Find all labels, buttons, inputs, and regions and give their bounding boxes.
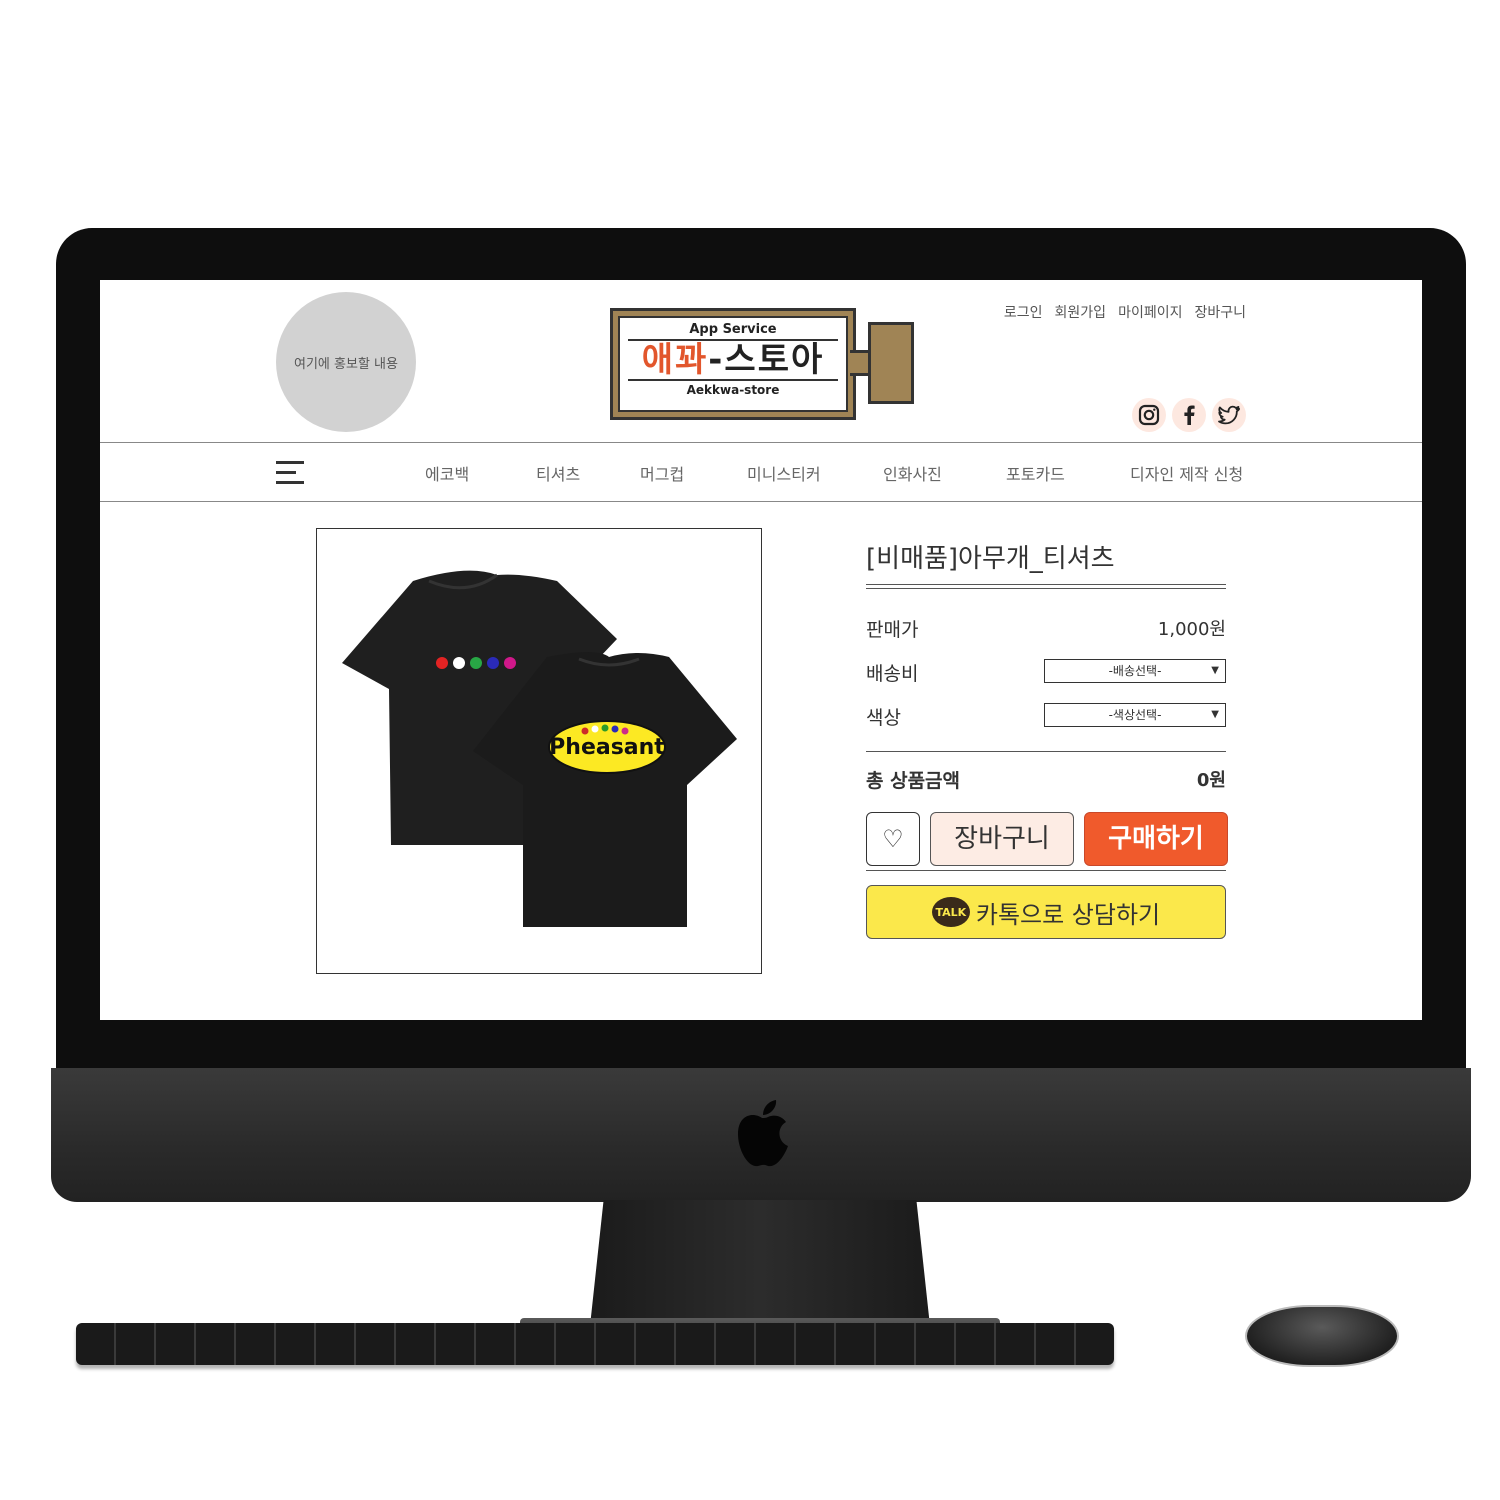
- shipping-select[interactable]: -배송선택- ▼: [1044, 659, 1226, 683]
- color-select[interactable]: -색상선택- ▼: [1044, 703, 1226, 727]
- shipping-select-value: -배송선택-: [1108, 664, 1162, 678]
- logo-main-accent: 애꽈: [641, 340, 709, 380]
- social-links: [1132, 398, 1246, 432]
- nav-item-tshirt[interactable]: 티셔츠: [536, 461, 580, 485]
- color-select-value: -색상선택-: [1108, 708, 1162, 722]
- buy-now-button[interactable]: 구매하기: [1084, 812, 1228, 866]
- product-title: [비매품]아무개_티셔츠: [866, 544, 1115, 574]
- product-image[interactable]: Pheasant: [316, 528, 762, 974]
- nav-item-ministicker[interactable]: 미니스티커: [747, 461, 821, 485]
- price-label: 판매가: [866, 619, 919, 641]
- tshirt-image: Pheasant: [342, 570, 737, 927]
- heart-icon: ♡: [882, 825, 904, 853]
- shipping-row: 배송비 -배송선택- ▼: [866, 659, 1226, 703]
- price-value: 1,000원: [1157, 619, 1226, 640]
- logo-main-rest: -스토아: [708, 340, 825, 380]
- apple-logo-icon: [738, 1100, 788, 1167]
- button-divider: [866, 870, 1226, 871]
- facebook-icon[interactable]: [1172, 398, 1206, 432]
- kakao-talk-icon: TALK: [931, 897, 970, 927]
- logo-inner: App Service 애꽈-스토아 Aekkwa-store: [618, 316, 848, 412]
- category-nav: 에코백 티셔츠 머그컵 미니스티커 인화사진 포토카드 디자인 제작 신청: [100, 442, 1422, 502]
- nav-item-photocard[interactable]: 포토카드: [1006, 461, 1065, 485]
- nav-item-photo-print[interactable]: 인화사진: [883, 461, 942, 485]
- logo-top-text: App Service: [689, 322, 777, 337]
- promo-text: 여기에 홍보할 내용: [294, 356, 398, 372]
- menu-icon[interactable]: [276, 461, 304, 484]
- total-label: 총 상품금액: [866, 770, 961, 792]
- logo-main-text: 애꽈-스토아: [628, 339, 838, 381]
- product-info: [비매품]아무개_티셔츠 판매가 1,000원 배송비 -배송선택- ▼ 색상 …: [866, 538, 1228, 939]
- signup-link[interactable]: 회원가입: [1055, 302, 1107, 322]
- monitor-stand: [590, 1200, 930, 1326]
- keyboard: [76, 1323, 1114, 1365]
- total-value: 0원: [1196, 770, 1226, 791]
- action-buttons: ♡ 장바구니 구매하기: [866, 812, 1228, 868]
- mypage-link[interactable]: 마이페이지: [1118, 302, 1182, 322]
- dropdown-arrow-icon: ▼: [1211, 665, 1219, 676]
- login-link[interactable]: 로그인: [1004, 302, 1043, 322]
- total-row: 총 상품금액 0원: [866, 766, 1226, 800]
- cart-link[interactable]: 장바구니: [1194, 302, 1246, 322]
- kakao-consult-label: 카톡으로 상담하기: [975, 900, 1161, 929]
- site-logo[interactable]: App Service 애꽈-스토아 Aekkwa-store: [610, 308, 914, 420]
- shipping-label: 배송비: [866, 663, 919, 685]
- logo-board: App Service 애꽈-스토아 Aekkwa-store: [610, 308, 856, 420]
- color-label: 색상: [866, 707, 901, 729]
- price-row: 판매가 1,000원: [866, 615, 1226, 659]
- logo-knob: [868, 322, 914, 404]
- twitter-icon[interactable]: [1212, 398, 1246, 432]
- promo-circle[interactable]: 여기에 홍보할 내용: [276, 292, 416, 432]
- wishlist-button[interactable]: ♡: [866, 812, 920, 866]
- kakao-consult-button[interactable]: TALK 카톡으로 상담하기: [866, 885, 1226, 939]
- nav-item-design-request[interactable]: 디자인 제작 신청: [1130, 461, 1243, 485]
- screen: 여기에 홍보할 내용 App Service 애꽈-스토아 Aekkwa-sto…: [100, 280, 1422, 1020]
- top-links: 로그인 회원가입 마이페이지 장바구니: [1004, 302, 1246, 322]
- add-to-cart-button[interactable]: 장바구니: [930, 812, 1074, 866]
- mouse: [1245, 1305, 1399, 1367]
- logo-bottom-text: Aekkwa-store: [686, 383, 780, 397]
- dropdown-arrow-icon: ▼: [1211, 709, 1219, 720]
- nav-item-ecobag[interactable]: 에코백: [425, 461, 469, 485]
- nav-item-mug[interactable]: 머그컵: [640, 461, 684, 485]
- color-row: 색상 -색상선택- ▼: [866, 703, 1226, 747]
- instagram-icon[interactable]: [1132, 398, 1166, 432]
- tshirt-print-text: Pheasant: [549, 735, 665, 760]
